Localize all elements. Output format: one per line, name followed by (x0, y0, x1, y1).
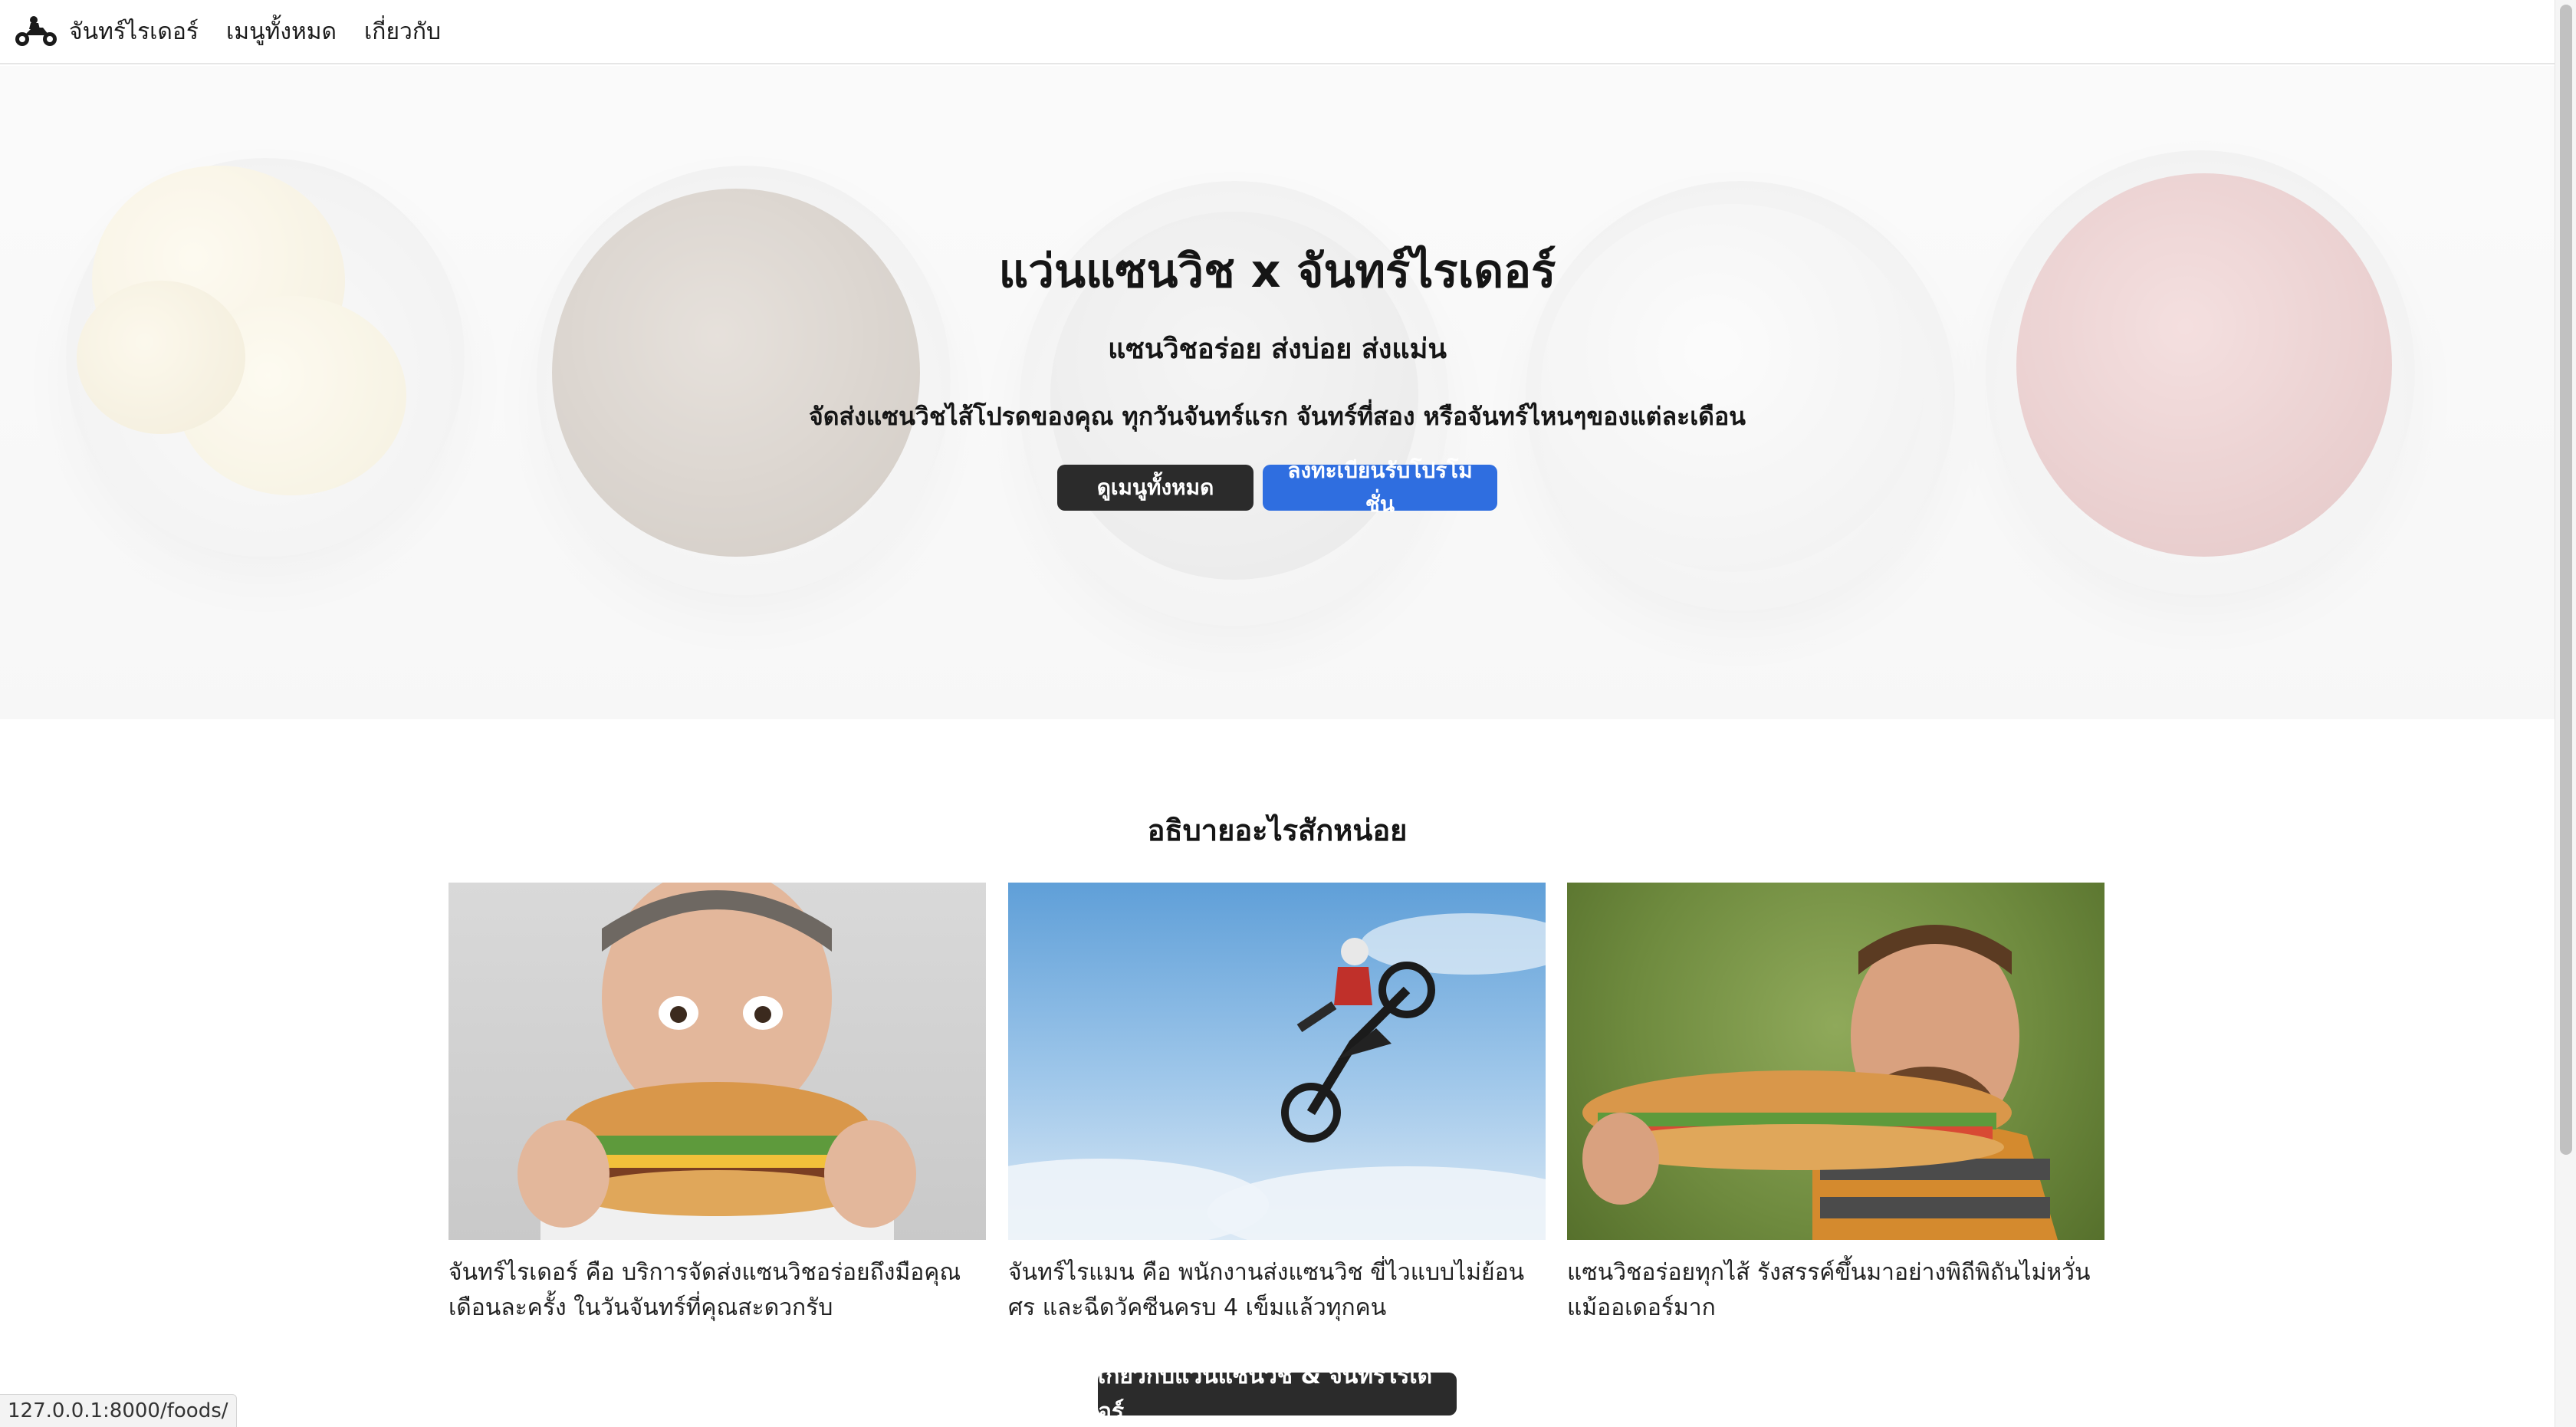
card-text-rider: จันทร์ไรแมน คือ พนักงานส่งแซนวิช ขี่ไวแบ… (1008, 1259, 1525, 1321)
hero-button-group: ดูเมนูทั้งหมด ลงทะเบียนรับโปรโมชั่น (0, 458, 2555, 517)
nav-link-about[interactable]: เกี่ยวกับ (364, 14, 441, 50)
navbar: จันทร์ไรเดอร์ เมนูทั้งหมด เกี่ยวกับ (0, 0, 2555, 64)
card-text-sandwich: แซนวิชอร่อยทุกไส้ รังสรรค์ขึ้นมาอย่างพิถ… (1567, 1259, 2091, 1321)
hero-subtitle: แซนวิชอร่อย ส่งบ่อย ส่งแม่น (1108, 334, 1447, 365)
man-eating-sandwich-image (1567, 883, 2104, 1240)
browser-status-url: 127.0.0.1:8000/foods/ (0, 1394, 237, 1427)
about-section-title: อธิบายอะไรสักหน่อย (1147, 814, 1408, 847)
motorbike-rider-icon (15, 16, 57, 46)
about-sandwich-rider-button[interactable]: เกี่ยวกับแว่นแซนวิช & จันทร์ไรเดอร์ (1098, 1363, 1457, 1425)
hero-description: จัดส่งแซนวิชไส้โปรดของคุณ ทุกวันจันทร์แร… (808, 402, 1746, 431)
about-card-sandwich: แซนวิชอร่อยทุกไส้ รังสรรค์ขึ้นมาอย่างพิถ… (1567, 883, 2104, 1326)
scrollbar-thumb[interactable] (2560, 5, 2572, 1155)
view-all-menu-button[interactable]: ดูเมนูทั้งหมด (1057, 465, 1254, 511)
brand-label: จันทร์ไรเดอร์ (69, 18, 199, 45)
card-text-service: จันทร์ไรเดอร์ คือ บริการจัดส่งแซนวิชอร่อ… (449, 1259, 961, 1321)
hero-title: แว่นแซนวิช x จันทร์ไรเดอร์ (998, 245, 1556, 298)
nav-link-all-menu[interactable]: เมนูทั้งหมด (226, 14, 337, 50)
page-scrollbar[interactable] (2555, 0, 2576, 1427)
register-promotion-button[interactable]: ลงทะเบียนรับโปรโมชั่น (1263, 458, 1497, 517)
about-card-rider: จันทร์ไรแมน คือ พนักงานส่งแซนวิช ขี่ไวแบ… (1008, 883, 1546, 1326)
motocross-rider-image (1008, 883, 1546, 1240)
hero-section: แว่นแซนวิช x จันทร์ไรเดอร์ แซนวิชอร่อย ส… (0, 66, 2555, 719)
brand-link[interactable]: จันทร์ไรเดอร์ (14, 14, 199, 50)
man-eating-burger-image (449, 883, 986, 1240)
about-card-service: จันทร์ไรเดอร์ คือ บริการจัดส่งแซนวิชอร่อ… (449, 883, 986, 1326)
hero-background-image (0, 66, 2555, 719)
